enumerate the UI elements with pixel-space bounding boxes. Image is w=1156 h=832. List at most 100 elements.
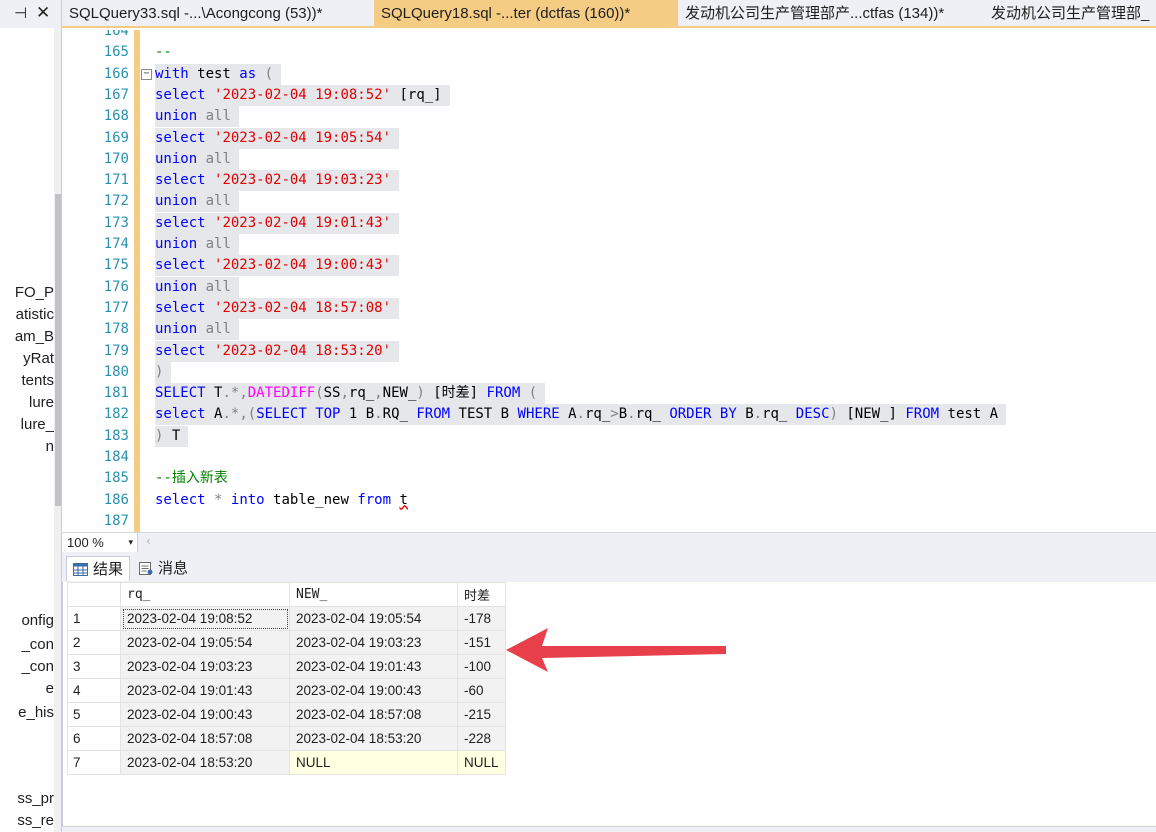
row-number[interactable]: 7 <box>67 750 121 775</box>
code-line[interactable]: 166− with test as ( <box>62 63 1156 85</box>
tree-node-fragment[interactable]: atistic <box>16 306 54 323</box>
cell-rq[interactable]: 2023-02-04 19:01:43 <box>120 678 290 703</box>
cell-diff[interactable]: -60 <box>457 678 506 703</box>
tree-node-fragment[interactable]: _con <box>21 658 54 675</box>
code-line[interactable]: 172 union all <box>62 191 1156 213</box>
code-line[interactable]: 179 select '2023-02-04 18:53:20' <box>62 340 1156 362</box>
cell-diff[interactable]: -215 <box>457 702 506 727</box>
tab-sqlquery33[interactable]: SQLQuery33.sql -...\Acongcong (53))* <box>62 0 374 27</box>
code-line[interactable]: 167 select '2023-02-04 19:08:52' [rq_] <box>62 84 1156 106</box>
tree-node-fragment[interactable]: lure_ <box>21 416 54 433</box>
scrollbar-thumb[interactable] <box>55 194 61 506</box>
cell-rq[interactable]: 2023-02-04 18:57:08 <box>120 726 290 751</box>
code-line[interactable]: 183) T <box>62 425 1156 447</box>
table-row[interactable]: 6 2023-02-04 18:57:08 2023-02-04 18:53:20-… <box>67 726 506 751</box>
cell-new[interactable]: 2023-02-04 19:01:43 <box>289 654 458 679</box>
sql-editor[interactable]: 164 165 -- 166− with test as (167 select '202… <box>62 30 1156 532</box>
tree-node-fragment[interactable]: n <box>46 438 54 455</box>
cell-diff[interactable]: -100 <box>457 654 506 679</box>
object-explorer-header: ⊣ ✕ <box>0 0 61 28</box>
column-header-new[interactable]: NEW_ <box>289 582 458 607</box>
code-line[interactable]: 165 -- <box>62 42 1156 63</box>
tab-engine-production-query-2[interactable]: 发动机公司生产管理部_ <box>984 0 1156 27</box>
cell-new[interactable]: 2023-02-04 18:57:08 <box>289 702 458 727</box>
code-line[interactable]: 177 select '2023-02-04 18:57:08' <box>62 297 1156 319</box>
code-text: with test as ( <box>155 63 282 85</box>
tree-node-fragment[interactable]: tents <box>21 372 54 389</box>
code-line[interactable]: 184 <box>62 447 1156 468</box>
row-number[interactable]: 5 <box>67 702 121 727</box>
scroll-left-icon[interactable]: ‹ <box>146 534 151 548</box>
close-icon[interactable]: ✕ <box>36 3 50 23</box>
code-text: union all <box>155 234 239 255</box>
tab-sqlquery18[interactable]: SQLQuery18.sql -...ter (dctfas (160))* <box>374 0 678 27</box>
row-number[interactable]: 3 <box>67 654 121 679</box>
cell-new[interactable]: 2023-02-04 19:03:23 <box>289 630 458 655</box>
row-number[interactable]: 6 <box>67 726 121 751</box>
row-number[interactable]: 2 <box>67 630 121 655</box>
column-header-rq[interactable]: rq_ <box>120 582 290 607</box>
table-row[interactable]: 5 2023-02-04 19:00:43 2023-02-04 18:57:08-… <box>67 702 506 727</box>
tab-engine-production-query[interactable]: 发动机公司生产管理部产...ctfas (134))* <box>678 0 984 27</box>
cell-rq[interactable]: 2023-02-04 19:00:43 <box>120 702 290 727</box>
tree-node-fragment[interactable]: ss_pr <box>17 790 54 807</box>
tree-node-fragment[interactable]: lure <box>29 394 54 411</box>
cell-new[interactable]: NULL <box>289 750 458 775</box>
cell-diff[interactable]: -178 <box>457 606 506 631</box>
object-explorer-scrollbar[interactable] <box>54 28 61 832</box>
cell-diff[interactable]: NULL <box>457 750 506 775</box>
cell-new[interactable]: 2023-02-04 19:05:54 <box>289 606 458 631</box>
tab-messages[interactable]: 消息 <box>132 556 194 581</box>
code-line[interactable]: 175 select '2023-02-04 19:00:43' <box>62 255 1156 277</box>
code-line[interactable]: 164 <box>62 30 1156 42</box>
code-line[interactable]: 180) <box>62 361 1156 383</box>
tree-node-fragment[interactable]: _con <box>21 636 54 653</box>
table-row[interactable]: 3 2023-02-04 19:03:23 2023-02-04 19:01:43-… <box>67 654 506 679</box>
code-line[interactable]: 169 select '2023-02-04 19:05:54' <box>62 127 1156 149</box>
table-row[interactable]: 1 2023-02-04 19:08:52 2023-02-04 19:05:54-… <box>67 606 506 631</box>
tree-node-fragment[interactable]: e_his <box>18 704 54 721</box>
code-line[interactable]: 178 union all <box>62 319 1156 341</box>
cell-rq[interactable]: 2023-02-04 19:05:54 <box>120 630 290 655</box>
chevron-down-icon[interactable]: ▾ <box>128 533 133 552</box>
cell-rq[interactable]: 2023-02-04 19:03:23 <box>120 654 290 679</box>
row-number[interactable]: 4 <box>67 678 121 703</box>
code-line[interactable]: 174 union all <box>62 234 1156 255</box>
tab-results[interactable]: 结果 <box>66 556 131 581</box>
table-row[interactable]: 7 2023-02-04 18:53:20 NULL NULL <box>67 750 506 775</box>
cell-rq[interactable]: 2023-02-04 19:08:52 <box>120 606 290 631</box>
code-line[interactable]: 168 union all <box>62 106 1156 128</box>
tree-node-fragment[interactable]: onfig <box>21 612 54 629</box>
code-line[interactable]: 170 union all <box>62 148 1156 170</box>
tree-node-fragment[interactable]: FO_P <box>15 284 54 301</box>
cell-new[interactable]: 2023-02-04 18:53:20 <box>289 726 458 751</box>
grid-corner[interactable] <box>67 582 121 607</box>
code-line[interactable]: 186 select * into table_new from t <box>62 490 1156 511</box>
code-line[interactable]: 181 SELECT T.*,DATEDIFF(SS,rq_,NEW_) [时差]… <box>62 383 1156 405</box>
column-header-diff[interactable]: 时差 <box>457 582 506 607</box>
table-row[interactable]: 2 2023-02-04 19:05:54 2023-02-04 19:03:23-… <box>67 630 506 655</box>
code-line[interactable]: 171 select '2023-02-04 19:03:23' <box>62 170 1156 192</box>
cell-rq[interactable]: 2023-02-04 18:53:20 <box>120 750 290 775</box>
line-number: 185 <box>103 470 129 487</box>
pin-icon[interactable]: ⊣ <box>14 4 27 22</box>
code-line[interactable]: 173 select '2023-02-04 19:01:43' <box>62 212 1156 234</box>
tree-node-fragment[interactable]: ss_re <box>17 812 54 829</box>
code-line[interactable]: 176 union all <box>62 276 1156 298</box>
code-line[interactable]: 187 <box>62 511 1156 532</box>
row-number[interactable]: 1 <box>67 606 121 631</box>
results-grid[interactable]: rq_ NEW_ 时差 1 2023-02-04 19:08:52 2023-02-… <box>67 582 506 775</box>
zoom-select[interactable]: 100 % ▾ <box>62 533 138 552</box>
tree-node-fragment[interactable]: am_B <box>15 328 54 345</box>
cell-diff[interactable]: -228 <box>457 726 506 751</box>
tree-node-fragment[interactable]: e <box>46 680 54 697</box>
code-line[interactable]: 185 --插入新表 <box>62 468 1156 489</box>
cell-diff[interactable]: -151 <box>457 630 506 655</box>
tree-node-fragment[interactable]: yRat <box>23 350 54 367</box>
table-row[interactable]: 4 2023-02-04 19:01:43 2023-02-04 19:00:43-… <box>67 678 506 703</box>
document-tab-bar: SQLQuery33.sql -...\Acongcong (53))* SQL… <box>62 0 1156 28</box>
collapse-icon[interactable]: − <box>141 68 152 80</box>
cell-new[interactable]: 2023-02-04 19:00:43 <box>289 678 458 703</box>
code-line[interactable]: 182 select A.*,(SELECT TOP 1 B.RQ_ FROM T… <box>62 404 1156 426</box>
